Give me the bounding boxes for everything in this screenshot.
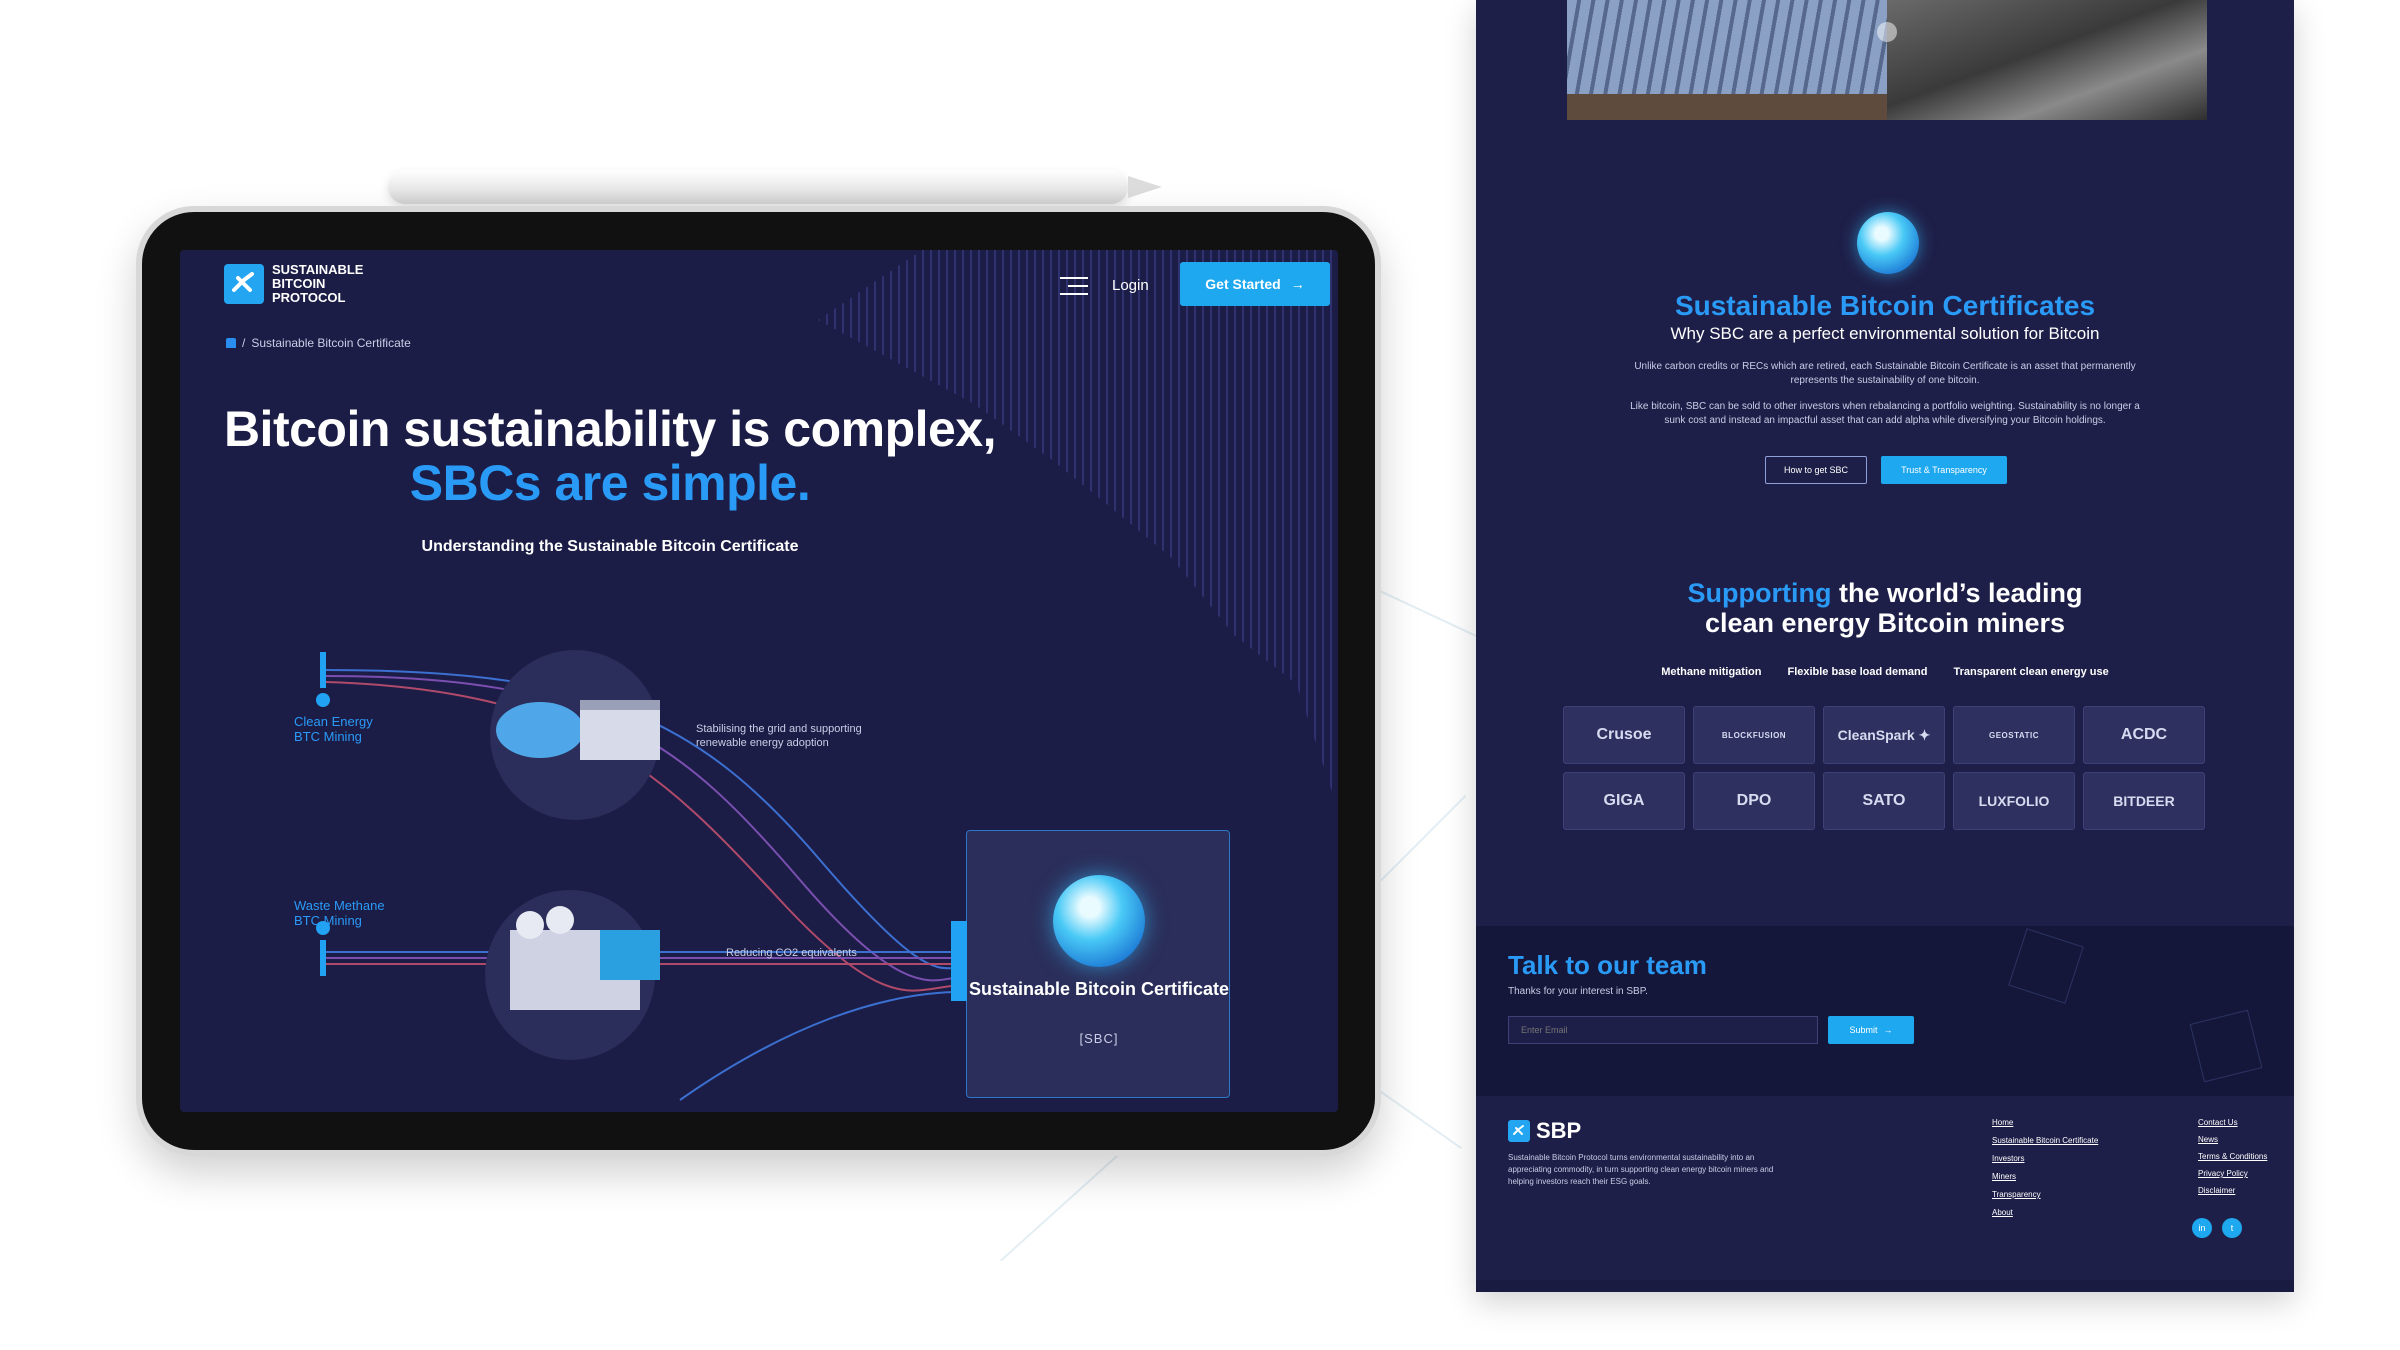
website-long-page: Sustainable Bitcoin Certificates Why SBC… xyxy=(1476,0,2294,1292)
decor-square xyxy=(2008,928,2084,1004)
sbc-card-connector xyxy=(951,921,967,1001)
sbc-section-para2: Like bitcoin, SBC can be sold to other i… xyxy=(1630,401,2140,426)
decor-square xyxy=(2189,1009,2263,1083)
methane-desc: Reducing CO2 equivalents xyxy=(726,947,857,959)
brand-logo-text[interactable]: SUSTAINABLE BITCOIN PROTOCOL xyxy=(272,263,372,305)
footer-bottom-bar xyxy=(1476,1280,2294,1292)
footer-link[interactable]: Disclaimer xyxy=(2198,1186,2267,1195)
methane-label: Waste Methane BTC Mining xyxy=(294,898,385,928)
linkedin-icon[interactable]: in xyxy=(2192,1218,2212,1238)
talk-subtitle: Thanks for your interest in SBP. xyxy=(1508,986,1648,997)
footer-link[interactable]: Miners xyxy=(1992,1172,2098,1181)
footer-link[interactable]: Home xyxy=(1992,1118,2098,1127)
logo-cleanspark[interactable]: CleanSpark ✦ xyxy=(1823,706,1945,764)
get-started-button[interactable]: Get Started → xyxy=(1180,262,1330,306)
twitter-icon[interactable]: t xyxy=(2222,1218,2242,1238)
talk-title: Talk to our team xyxy=(1508,950,1707,980)
tag-methane: Methane mitigation xyxy=(1661,666,1762,678)
stylus-pencil xyxy=(388,170,1162,204)
miner-logo-grid: Crusoe BLOCKFUSION CleanSpark ✦ GEOSTATI… xyxy=(1563,706,2207,830)
tablet-frame: SUSTAINABLE BITCOIN PROTOCOL Login Get S… xyxy=(136,206,1381,1156)
tag-flexible: Flexible base load demand xyxy=(1787,666,1928,678)
tag-transparent: Transparent clean energy use xyxy=(1953,666,2109,678)
sbc-card-tag: [SBC] xyxy=(1079,1031,1119,1046)
clean-energy-label: Clean Energy BTC Mining xyxy=(294,714,373,744)
email-input[interactable] xyxy=(1508,1016,1818,1044)
login-link[interactable]: Login xyxy=(1112,277,1149,294)
sbp-logo-icon xyxy=(1508,1120,1530,1142)
how-to-get-sbc-button[interactable]: How to get SBC xyxy=(1765,456,1867,484)
footer-link[interactable]: Transparency xyxy=(1992,1190,2098,1199)
miners-section-title: Supporting the world’s leading clean ene… xyxy=(1476,578,2294,638)
get-started-label: Get Started xyxy=(1205,276,1281,292)
footer-link[interactable]: Contact Us xyxy=(2198,1118,2267,1127)
logo-bitdeer[interactable]: BITDEER xyxy=(2083,772,2205,830)
miners-title-highlight: Supporting xyxy=(1687,578,1832,608)
breadcrumb-separator: / xyxy=(242,336,246,350)
footer-link[interactable]: Sustainable Bitcoin Certificate xyxy=(1992,1136,2098,1145)
footer-links-col2: Contact Us News Terms & Conditions Priva… xyxy=(2198,1118,2267,1195)
methane-marker xyxy=(320,940,326,976)
logo-sato[interactable]: SATO xyxy=(1823,772,1945,830)
footer: SBP Sustainable Bitcoin Protocol turns e… xyxy=(1476,1096,2294,1292)
submit-label: Submit xyxy=(1849,1025,1878,1035)
hamburger-menu-icon[interactable] xyxy=(1060,277,1088,297)
sbc-section-para1: Unlike carbon credits or RECs which are … xyxy=(1634,361,2136,386)
footer-link[interactable]: Investors xyxy=(1992,1154,2098,1163)
sbc-orb-icon xyxy=(1857,212,1919,274)
sbc-card[interactable]: Sustainable Bitcoin Certificate [SBC] xyxy=(951,830,1230,1098)
sbp-logo-icon[interactable] xyxy=(224,264,264,304)
footer-link[interactable]: Privacy Policy xyxy=(2198,1169,2267,1178)
footer-link[interactable]: Terms & Conditions xyxy=(2198,1152,2267,1161)
logo-dpo[interactable]: DPO xyxy=(1693,772,1815,830)
trust-transparency-button[interactable]: Trust & Transparency xyxy=(1881,456,2007,484)
talk-to-team-section: Talk to our team Thanks for your interes… xyxy=(1476,926,2294,1096)
sbc-section-subtitle: Why SBC are a perfect environmental solu… xyxy=(1670,324,2100,343)
footer-brand: SBP xyxy=(1536,1118,1582,1143)
hero-subtitle: Understanding the Sustainable Bitcoin Ce… xyxy=(421,538,799,555)
miners-title-line2: clean energy Bitcoin miners xyxy=(1704,608,2066,638)
logo-luxfolio[interactable]: LUXFOLIO xyxy=(1953,772,2075,830)
miners-tags: Methane mitigation Flexible base load de… xyxy=(1476,666,2294,678)
sbc-card-title: Sustainable Bitcoin Certificate xyxy=(968,979,1230,999)
logo-giga[interactable]: GIGA xyxy=(1563,772,1685,830)
footer-link[interactable]: News xyxy=(2198,1135,2267,1144)
arrow-right-icon: → xyxy=(1290,276,1305,292)
logo-geostatic[interactable]: GEOSTATIC xyxy=(1953,706,2075,764)
logo-acdc[interactable]: ACDC xyxy=(2083,706,2205,764)
hero-title-line1: Bitcoin sustainability is complex, xyxy=(223,401,997,457)
clean-energy-marker xyxy=(320,652,326,688)
breadcrumb-current: Sustainable Bitcoin Certificate xyxy=(251,336,411,350)
pencil-tip xyxy=(1128,176,1162,198)
bg-decor-line xyxy=(1380,795,1467,882)
arrow-right-icon: → xyxy=(1883,1025,1893,1035)
sbc-section-title: Sustainable Bitcoin Certificates xyxy=(1674,290,2096,321)
logo-blockfusion[interactable]: BLOCKFUSION xyxy=(1693,706,1815,764)
footer-description: Sustainable Bitcoin Protocol turns envir… xyxy=(1508,1153,1774,1186)
image-compare-handle[interactable] xyxy=(1877,22,1897,42)
sbc-orb-icon xyxy=(1053,875,1145,967)
solar-panels-image xyxy=(1567,0,1887,120)
footer-logo[interactable]: SBP xyxy=(1508,1118,1581,1144)
mining-truck-image xyxy=(1887,0,2207,120)
miners-title-rest: the world’s leading xyxy=(1838,578,2083,608)
footer-link[interactable]: About xyxy=(1992,1208,2098,1217)
bg-decor-line xyxy=(1379,590,1480,639)
logo-crusoe[interactable]: Crusoe xyxy=(1563,706,1685,764)
mockup-stage: SUSTAINABLE BITCOIN PROTOCOL Login Get S… xyxy=(0,0,2400,1350)
clean-energy-dot xyxy=(316,693,330,707)
home-icon[interactable] xyxy=(226,338,236,348)
tablet-screen: SUSTAINABLE BITCOIN PROTOCOL Login Get S… xyxy=(180,250,1338,1112)
breadcrumb: / Sustainable Bitcoin Certificate xyxy=(226,336,411,350)
hero-title-line2: SBCs are simple. xyxy=(409,455,811,511)
bg-decor-line xyxy=(1378,1090,1462,1149)
submit-button[interactable]: Submit → xyxy=(1828,1016,1914,1044)
clean-energy-desc: Stabilising the grid and supporting rene… xyxy=(696,723,862,749)
footer-links-col1: Home Sustainable Bitcoin Certificate Inv… xyxy=(1992,1118,2098,1217)
